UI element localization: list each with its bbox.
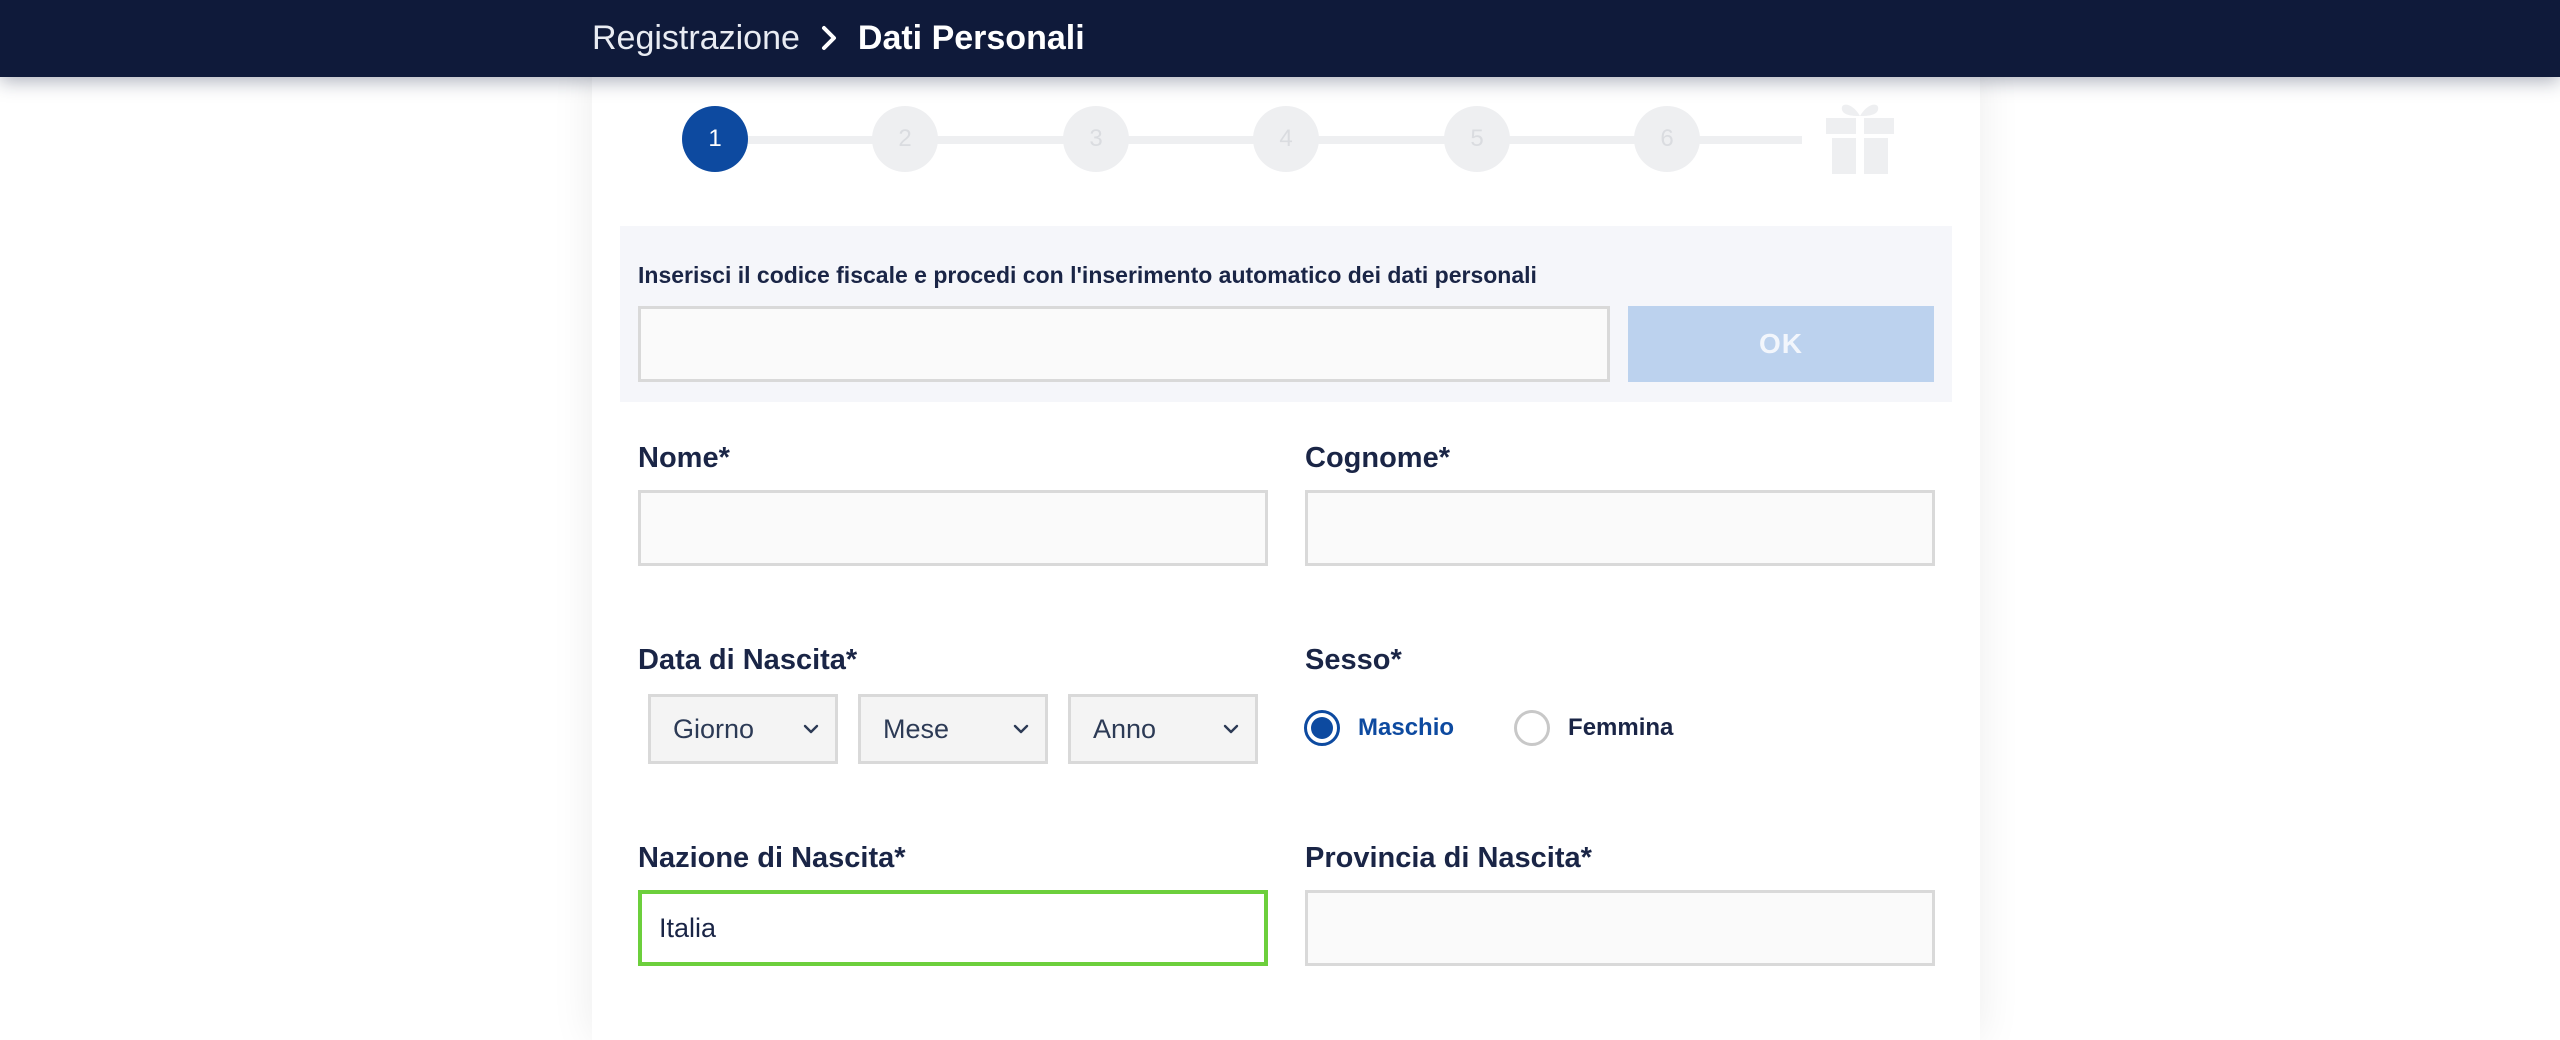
chevron-down-icon [801, 719, 821, 739]
step-1: 1 [682, 106, 748, 172]
femmina-radio[interactable] [1514, 710, 1551, 746]
step-number: 3 [1089, 125, 1103, 152]
giorno-select[interactable]: Giorno [648, 694, 838, 764]
cognome-input[interactable] [1305, 490, 1935, 566]
top-bar: Registrazione Dati Personali [0, 0, 2560, 77]
data-nascita-label: Data di Nascita* [638, 644, 858, 676]
giorno-select-value: Giorno [673, 713, 755, 744]
progress-stepper: 1 2 3 4 5 6 [592, 60, 1980, 180]
step-number: 2 [898, 125, 912, 152]
chevron-down-icon [1221, 719, 1241, 739]
nazione-nascita-input[interactable] [638, 890, 1268, 966]
sesso-label: Sesso* [1305, 644, 1402, 676]
fiscal-code-label: Inserisci il codice fiscale e procedi co… [638, 262, 1537, 288]
chevron-right-icon [814, 23, 844, 53]
step-3: 3 [1063, 106, 1129, 172]
anno-select-value: Anno [1093, 713, 1157, 744]
breadcrumb-registrazione[interactable]: Registrazione [592, 19, 800, 58]
fiscal-code-ok-button[interactable]: OK [1628, 306, 1934, 382]
step-4: 4 [1253, 106, 1319, 172]
chevron-down-icon [1011, 719, 1031, 739]
radio-selected-dot [1311, 717, 1333, 739]
maschio-radio[interactable] [1304, 710, 1340, 746]
maschio-label[interactable]: Maschio [1358, 714, 1454, 742]
breadcrumb: Registrazione Dati Personali [592, 16, 1085, 60]
nome-label: Nome* [638, 442, 730, 474]
nazione-nascita-label: Nazione di Nascita* [638, 842, 906, 874]
gift-icon [1822, 96, 1898, 176]
mese-select[interactable]: Mese [858, 694, 1048, 764]
registration-card: 1 2 3 4 5 6 Inserisci il codice fiscale … [592, 60, 1980, 1040]
fiscal-code-section: Inserisci il codice fiscale e procedi co… [620, 226, 1952, 402]
step-number: 5 [1470, 125, 1484, 152]
sesso-radio-group: Maschio Femmina [1304, 710, 1673, 746]
fiscal-code-input[interactable] [638, 306, 1610, 382]
step-2: 2 [872, 106, 938, 172]
anno-select[interactable]: Anno [1068, 694, 1258, 764]
step-6: 6 [1634, 106, 1700, 172]
provincia-nascita-input[interactable] [1305, 890, 1935, 966]
step-number: 1 [708, 125, 722, 152]
breadcrumb-current: Dati Personali [857, 18, 1085, 57]
step-number: 4 [1279, 125, 1293, 152]
step-5: 5 [1444, 106, 1510, 172]
femmina-label[interactable]: Femmina [1568, 714, 1673, 742]
mese-select-value: Mese [883, 713, 950, 744]
cognome-label: Cognome* [1305, 442, 1450, 474]
step-number: 6 [1660, 125, 1674, 152]
provincia-nascita-label: Provincia di Nascita* [1305, 842, 1592, 874]
nome-input[interactable] [638, 490, 1268, 566]
